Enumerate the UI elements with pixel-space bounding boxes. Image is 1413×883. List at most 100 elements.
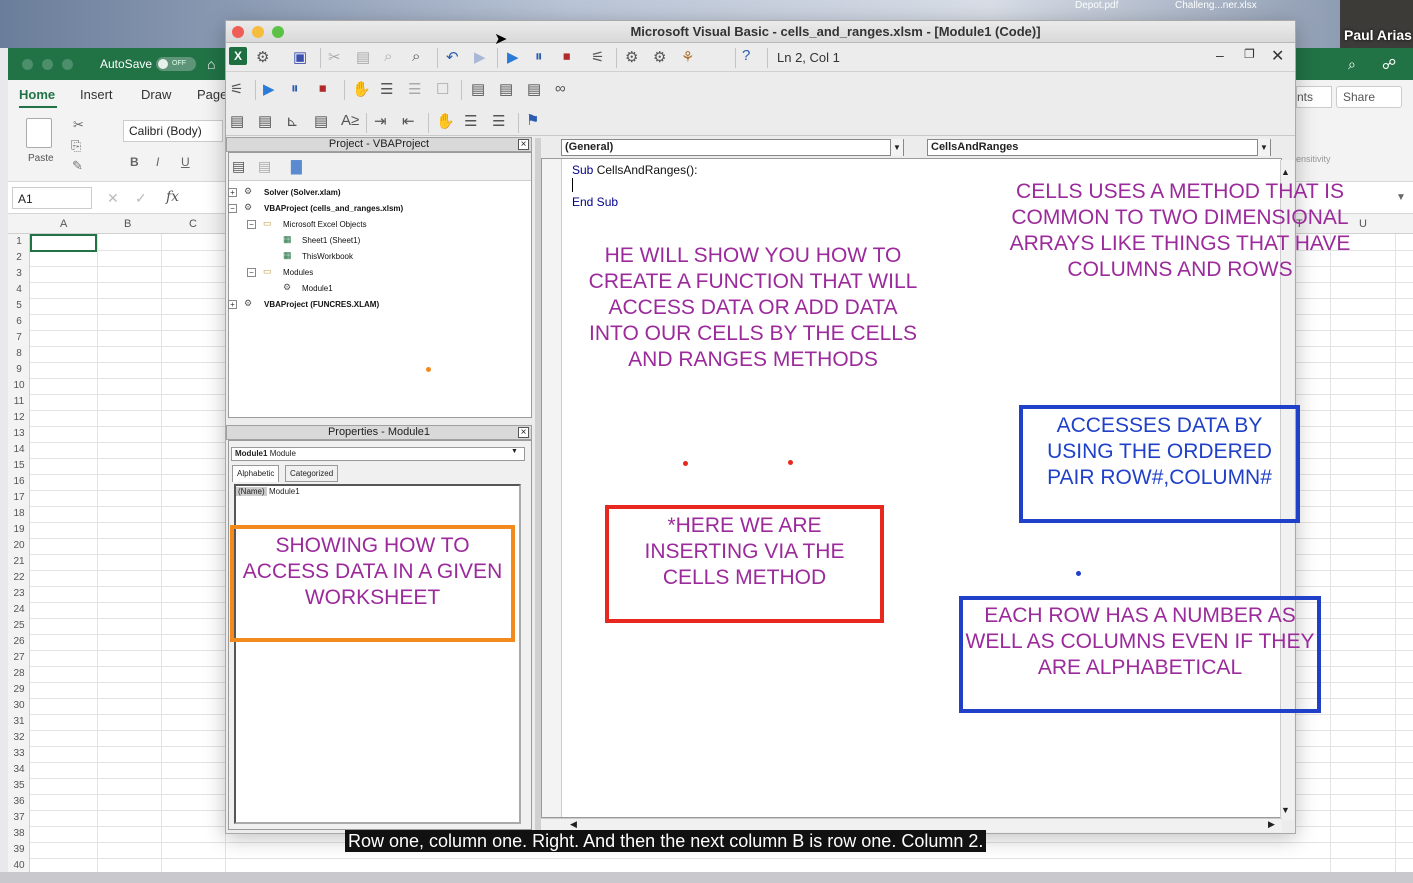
list-properties-icon[interactable]: ▤ [230,112,244,130]
tab-alphabetic[interactable]: Alphabetic [232,465,280,482]
check-icon[interactable]: ✓ [135,190,147,207]
close-icon[interactable]: ✕ [1271,46,1284,66]
row-header[interactable]: 16 [8,476,30,487]
underline-button[interactable]: U [181,155,190,169]
quick-info-icon[interactable]: ⊾ [286,112,299,130]
row-header[interactable]: 28 [8,668,30,679]
complete-word-icon[interactable]: A≥ [341,112,359,129]
row-header[interactable]: 32 [8,732,30,743]
tab-insert[interactable]: Insert [80,87,113,102]
row-header[interactable]: 33 [8,748,30,759]
desktop-file-label[interactable]: Challeng...ner.xlsx [1175,0,1257,11]
expand-icon[interactable]: + [228,300,237,309]
row-header[interactable]: 19 [8,524,30,535]
people-icon[interactable]: ☍ [1382,56,1396,73]
column-header[interactable]: B [124,218,131,230]
autosave-toggle[interactable]: OFF [156,57,196,71]
bold-button[interactable]: B [130,155,139,169]
cancel-icon[interactable]: ✕ [107,190,119,207]
scroll-down-icon[interactable]: ▼ [1281,805,1290,815]
scroll-up-icon[interactable]: ▲ [1281,167,1290,177]
chevron-down-icon[interactable]: ▼ [1396,192,1406,203]
row-header[interactable]: 3 [8,268,30,279]
minimize-window-button[interactable] [42,59,53,70]
step-over-icon[interactable]: ☰ [408,80,421,98]
stop-icon[interactable]: ⏹ [319,80,327,97]
view-object-icon[interactable]: ▤ [258,158,271,175]
restore-icon[interactable]: ❐ [1244,47,1255,61]
collapse-icon[interactable]: − [247,268,256,277]
hand-icon[interactable]: ✋ [436,112,455,130]
row-header[interactable]: 5 [8,300,30,311]
sensitivity-label[interactable]: ensitivity [1296,154,1331,164]
step-into-icon[interactable]: ☰ [380,80,393,98]
row-header[interactable]: 11 [8,396,30,407]
row-header[interactable]: 30 [8,700,30,711]
bookmark-flag-icon[interactable]: ⚑ [526,111,539,129]
tree-item-sheet1[interactable]: Sheet1 (Sheet1) [302,236,360,245]
expand-icon[interactable]: + [228,188,237,197]
tab-page-layout[interactable]: Page [197,87,227,102]
row-header[interactable]: 38 [8,828,30,839]
row-header[interactable]: 7 [8,332,30,343]
step-out-icon[interactable]: ☐ [436,80,449,98]
desktop-file-label[interactable]: Depot.pdf [1075,0,1118,11]
row-header[interactable]: 27 [8,652,30,663]
row-header[interactable]: 31 [8,716,30,727]
code-line[interactable]: End Sub [572,195,618,209]
comments-button[interactable]: nts [1296,86,1332,108]
close-window-button[interactable] [22,59,33,70]
scissors-icon[interactable]: ✂ [73,117,84,133]
project-explorer-icon[interactable]: ⚙ [625,48,638,66]
row-header[interactable]: 25 [8,620,30,631]
uncomment-block-icon[interactable]: ☰ [492,112,505,130]
row-header[interactable]: 34 [8,764,30,775]
column-header[interactable]: A [60,218,67,230]
pause-icon[interactable]: ⏸ [535,48,543,65]
row-header[interactable]: 10 [8,380,30,391]
row-header[interactable]: 35 [8,780,30,791]
italic-button[interactable]: I [156,155,159,169]
row-header[interactable]: 24 [8,604,30,615]
indent-icon[interactable]: ⇥ [374,112,387,130]
tree-item-vbaproject[interactable]: VBAProject (cells_and_ranges.xlsm) [264,204,403,213]
outdent-icon[interactable]: ⇤ [402,112,415,130]
paste-icon[interactable] [26,118,52,148]
row-header[interactable]: 17 [8,492,30,503]
search-icon[interactable]: ⌕ [1348,56,1356,73]
row-header[interactable]: 1 [8,236,30,247]
collapse-icon[interactable]: − [247,220,256,229]
code-line[interactable]: Sub CellsAndRanges(): [572,163,697,177]
hand-icon[interactable]: ✋ [352,80,371,98]
help-icon[interactable]: ? [742,47,750,64]
home-icon[interactable]: ⌂ [207,56,215,72]
property-key[interactable]: (Name) [236,487,267,496]
undo-icon[interactable]: ↶ [446,48,459,66]
row-header[interactable]: 12 [8,412,30,423]
tree-item-excel-objects[interactable]: Microsoft Excel Objects [283,220,367,229]
glasses-icon[interactable]: ∞ [555,80,566,97]
row-header[interactable]: 36 [8,796,30,807]
tree-item-thisworkbook[interactable]: ThisWorkbook [302,252,353,261]
paste-label[interactable]: Paste [28,153,54,164]
zoom-window-button[interactable] [62,59,73,70]
insert-object-icon[interactable]: ⚙ [256,48,269,66]
close-icon[interactable]: × [518,427,529,438]
pause-icon[interactable]: ⏸ [291,80,299,97]
view-code-icon[interactable]: ▤ [232,158,245,175]
row-header[interactable]: 23 [8,588,30,599]
copy-icon[interactable]: ⎘ [71,138,81,154]
object-browser-icon[interactable]: ⚘ [681,48,694,66]
row-header[interactable]: 13 [8,428,30,439]
object-combo[interactable]: (General) [561,139,904,156]
list-constants-icon[interactable]: ▤ [258,112,272,130]
scroll-right-icon[interactable]: ▶ [1268,819,1275,830]
row-header[interactable]: 39 [8,844,30,855]
tab-home[interactable]: Home [19,87,55,102]
design-mode-icon[interactable]: ⚟ [591,48,604,66]
scroll-left-icon[interactable]: ◀ [570,819,577,830]
excel-logo-icon[interactable]: X [229,47,247,65]
locals-icon[interactable]: ▤ [471,80,485,98]
minimize-icon[interactable]: – [1216,47,1224,63]
run-icon[interactable]: ▶ [507,48,519,66]
